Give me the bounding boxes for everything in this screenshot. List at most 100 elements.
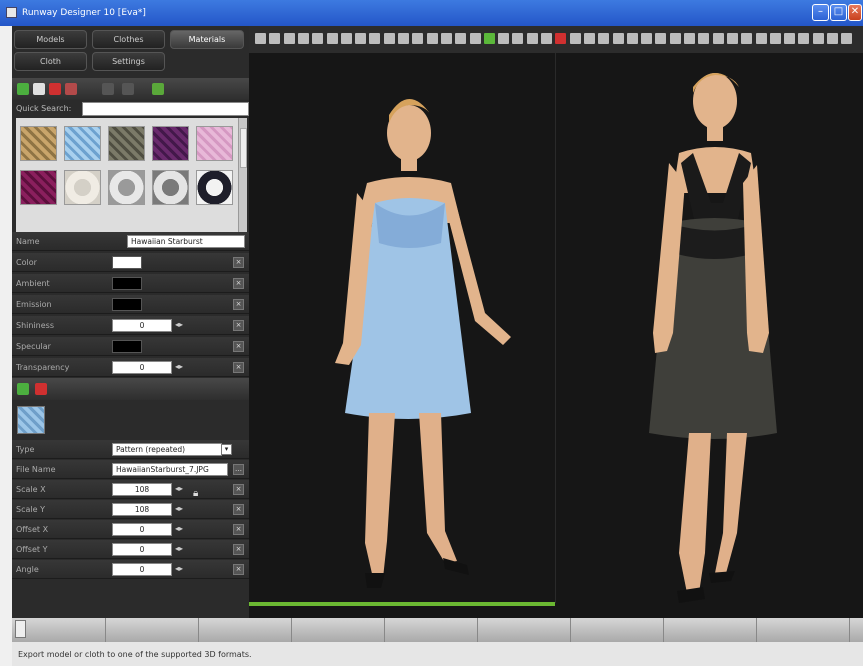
viewport-tool-icon[interactable] — [626, 33, 638, 44]
viewport-tool-icon[interactable] — [698, 33, 710, 44]
material-swatch[interactable] — [196, 126, 233, 161]
color-swatch[interactable] — [112, 256, 142, 269]
specular-swatch[interactable] — [112, 340, 142, 353]
timeline[interactable] — [12, 618, 863, 642]
viewport-tool-icon[interactable] — [669, 33, 681, 44]
delete-texture-icon[interactable] — [35, 383, 47, 395]
material-swatch[interactable] — [152, 126, 189, 161]
refresh-icon[interactable] — [152, 83, 164, 95]
angle-spinner[interactable]: ◂▸ — [175, 564, 186, 575]
viewport-tool-icon[interactable] — [641, 33, 653, 44]
viewport-tool-icon[interactable] — [684, 33, 695, 44]
transparency-reset-button[interactable]: × — [233, 362, 244, 373]
move-up-icon[interactable] — [102, 83, 114, 95]
viewport-tool-icon[interactable] — [555, 33, 567, 44]
viewport-tool-icon[interactable] — [355, 33, 367, 44]
viewport-tool-icon[interactable] — [269, 33, 281, 44]
type-select[interactable]: Pattern (repeated) — [112, 443, 222, 456]
ambient-reset-button[interactable]: × — [233, 278, 244, 289]
material-swatch[interactable] — [64, 126, 101, 161]
viewport-tool-icon[interactable] — [455, 33, 467, 44]
minimize-button[interactable]: – — [812, 4, 829, 21]
name-field[interactable]: Hawaiian Starburst — [127, 235, 245, 248]
material-swatch[interactable] — [196, 170, 233, 205]
emission-swatch[interactable] — [112, 298, 142, 311]
viewport-tool-icon[interactable] — [726, 33, 738, 44]
model-left[interactable] — [335, 99, 511, 588]
viewport-tool-icon[interactable] — [512, 33, 524, 44]
specular-reset-button[interactable]: × — [233, 341, 244, 352]
viewport-tool-icon[interactable] — [483, 33, 495, 44]
viewport-tool-icon[interactable] — [569, 33, 581, 44]
viewport-tool-icon[interactable] — [426, 33, 438, 44]
viewport-tool-icon[interactable] — [769, 33, 781, 44]
close-button[interactable]: ✕ — [848, 4, 862, 21]
add-texture-icon[interactable] — [17, 383, 29, 395]
viewport-tool-icon[interactable] — [312, 33, 324, 44]
viewport-tool-icon[interactable] — [398, 33, 409, 44]
viewport-tool-icon[interactable] — [383, 33, 395, 44]
offset-x-spinner[interactable]: ◂▸ — [175, 524, 186, 535]
color-reset-button[interactable]: × — [233, 257, 244, 268]
viewport-tool-icon[interactable] — [326, 33, 338, 44]
viewport-tool-icon[interactable] — [827, 33, 838, 44]
copy-material-icon[interactable] — [33, 83, 45, 95]
chevron-down-icon[interactable]: ▾ — [221, 444, 232, 455]
scale-x-reset-button[interactable]: × — [233, 484, 244, 495]
viewport-tool-icon[interactable] — [440, 33, 452, 44]
delete-material-icon[interactable] — [49, 83, 61, 95]
scale-x-spinner[interactable]: ◂▸ — [175, 484, 186, 495]
tab-materials[interactable]: Materials — [170, 30, 244, 49]
scale-y-reset-button[interactable]: × — [233, 504, 244, 515]
ambient-swatch[interactable] — [112, 277, 142, 290]
model-right[interactable] — [649, 73, 777, 603]
viewport-tool-icon[interactable] — [655, 33, 667, 44]
viewport-tool-icon[interactable] — [255, 33, 266, 44]
material-swatch[interactable] — [108, 170, 145, 205]
offset-y-spinner[interactable]: ◂▸ — [175, 544, 186, 555]
viewport-tool-icon[interactable] — [612, 33, 624, 44]
viewport-tool-icon[interactable] — [841, 33, 853, 44]
shininess-spinner[interactable]: ◂▸ — [175, 320, 186, 331]
viewport-tool-icon[interactable] — [583, 33, 595, 44]
offset-y-reset-button[interactable]: × — [233, 544, 244, 555]
3d-viewport[interactable] — [249, 53, 863, 618]
emission-reset-button[interactable]: × — [233, 299, 244, 310]
transparency-spinner[interactable]: ◂▸ — [175, 362, 186, 373]
viewport-tool-icon[interactable] — [741, 33, 753, 44]
tab-clothes[interactable]: Clothes — [92, 30, 165, 49]
tab-settings[interactable]: Settings — [92, 52, 165, 71]
viewport-tool-icon[interactable] — [812, 33, 824, 44]
viewport-tool-icon[interactable] — [498, 33, 510, 44]
viewport-tool-icon[interactable] — [283, 33, 295, 44]
viewport-tool-icon[interactable] — [340, 33, 352, 44]
angle-field[interactable]: 0 — [112, 563, 172, 576]
tab-models[interactable]: Models — [14, 30, 87, 49]
viewport-tool-icon[interactable] — [798, 33, 810, 44]
offset-x-reset-button[interactable]: × — [233, 524, 244, 535]
viewport-tool-icon[interactable] — [541, 33, 552, 44]
maximize-button[interactable]: □ — [830, 4, 847, 21]
lock-icon[interactable]: 🔒︎ — [193, 488, 198, 499]
offset-y-field[interactable]: 0 — [112, 543, 172, 556]
material-swatch[interactable] — [152, 170, 189, 205]
scroll-thumb[interactable] — [240, 128, 247, 168]
material-swatch[interactable] — [20, 170, 57, 205]
transparency-field[interactable]: 0 — [112, 361, 172, 374]
offset-x-field[interactable]: 0 — [112, 523, 172, 536]
viewport-tool-icon[interactable] — [598, 33, 610, 44]
remove-all-icon[interactable] — [65, 83, 77, 95]
viewport-tool-icon[interactable] — [369, 33, 381, 44]
scale-y-field[interactable]: 108 — [112, 503, 172, 516]
tab-cloth[interactable]: Cloth — [14, 52, 87, 71]
material-swatch[interactable] — [64, 170, 101, 205]
library-scrollbar[interactable] — [238, 118, 247, 232]
viewport-tool-icon[interactable] — [784, 33, 796, 44]
shininess-reset-button[interactable]: × — [233, 320, 244, 331]
angle-reset-button[interactable]: × — [233, 564, 244, 575]
viewport-tool-icon[interactable] — [297, 33, 309, 44]
viewport-tool-icon[interactable] — [526, 33, 538, 44]
material-swatch[interactable] — [108, 126, 145, 161]
scale-x-field[interactable]: 108 — [112, 483, 172, 496]
viewport-tool-icon[interactable] — [469, 33, 481, 44]
